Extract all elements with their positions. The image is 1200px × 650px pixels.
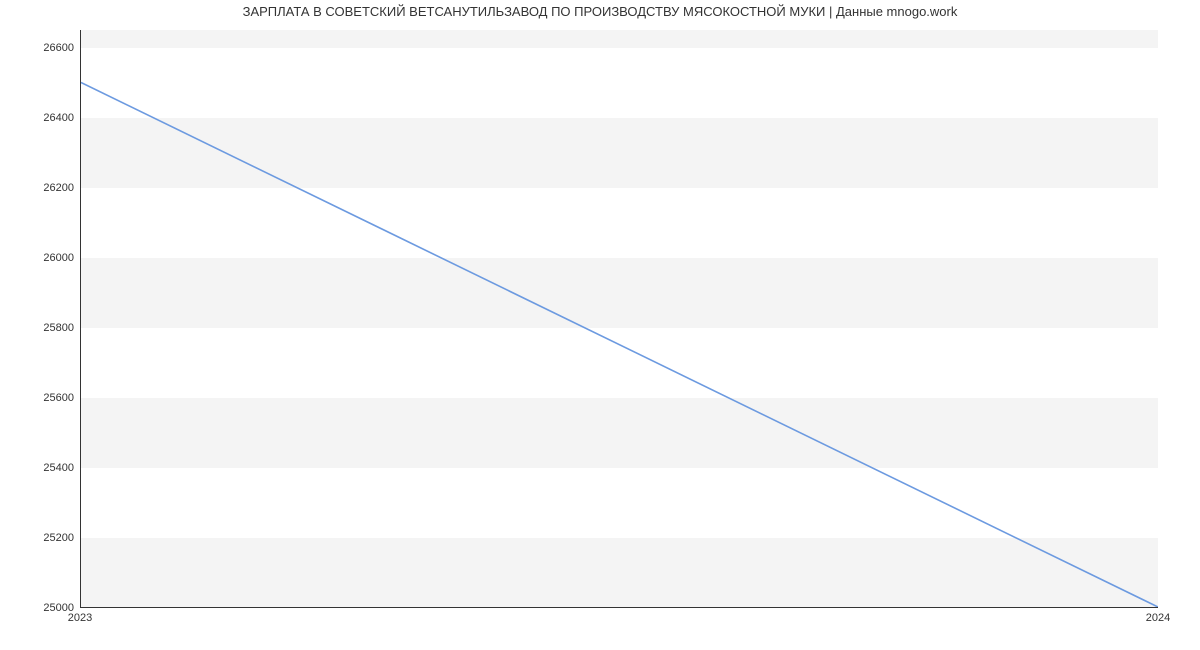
- chart-container: ЗАРПЛАТА В СОВЕТСКИЙ ВЕТСАНУТИЛЬЗАВОД ПО…: [0, 0, 1200, 650]
- chart-title: ЗАРПЛАТА В СОВЕТСКИЙ ВЕТСАНУТИЛЬЗАВОД ПО…: [0, 4, 1200, 19]
- y-tick-label: 26200: [4, 182, 74, 194]
- x-tick-label: 2024: [1146, 612, 1170, 624]
- x-tick-label: 2023: [68, 612, 92, 624]
- y-tick-label: 25200: [4, 532, 74, 544]
- y-tick-label: 26400: [4, 112, 74, 124]
- y-tick-label: 25800: [4, 322, 74, 334]
- y-tick-label: 25400: [4, 462, 74, 474]
- plot-area: [80, 30, 1158, 608]
- y-tick-label: 26000: [4, 252, 74, 264]
- y-tick-label: 25600: [4, 392, 74, 404]
- y-tick-label: 26600: [4, 42, 74, 54]
- y-tick-label: 25000: [4, 602, 74, 614]
- line-series: [81, 30, 1158, 607]
- series-line: [81, 82, 1158, 607]
